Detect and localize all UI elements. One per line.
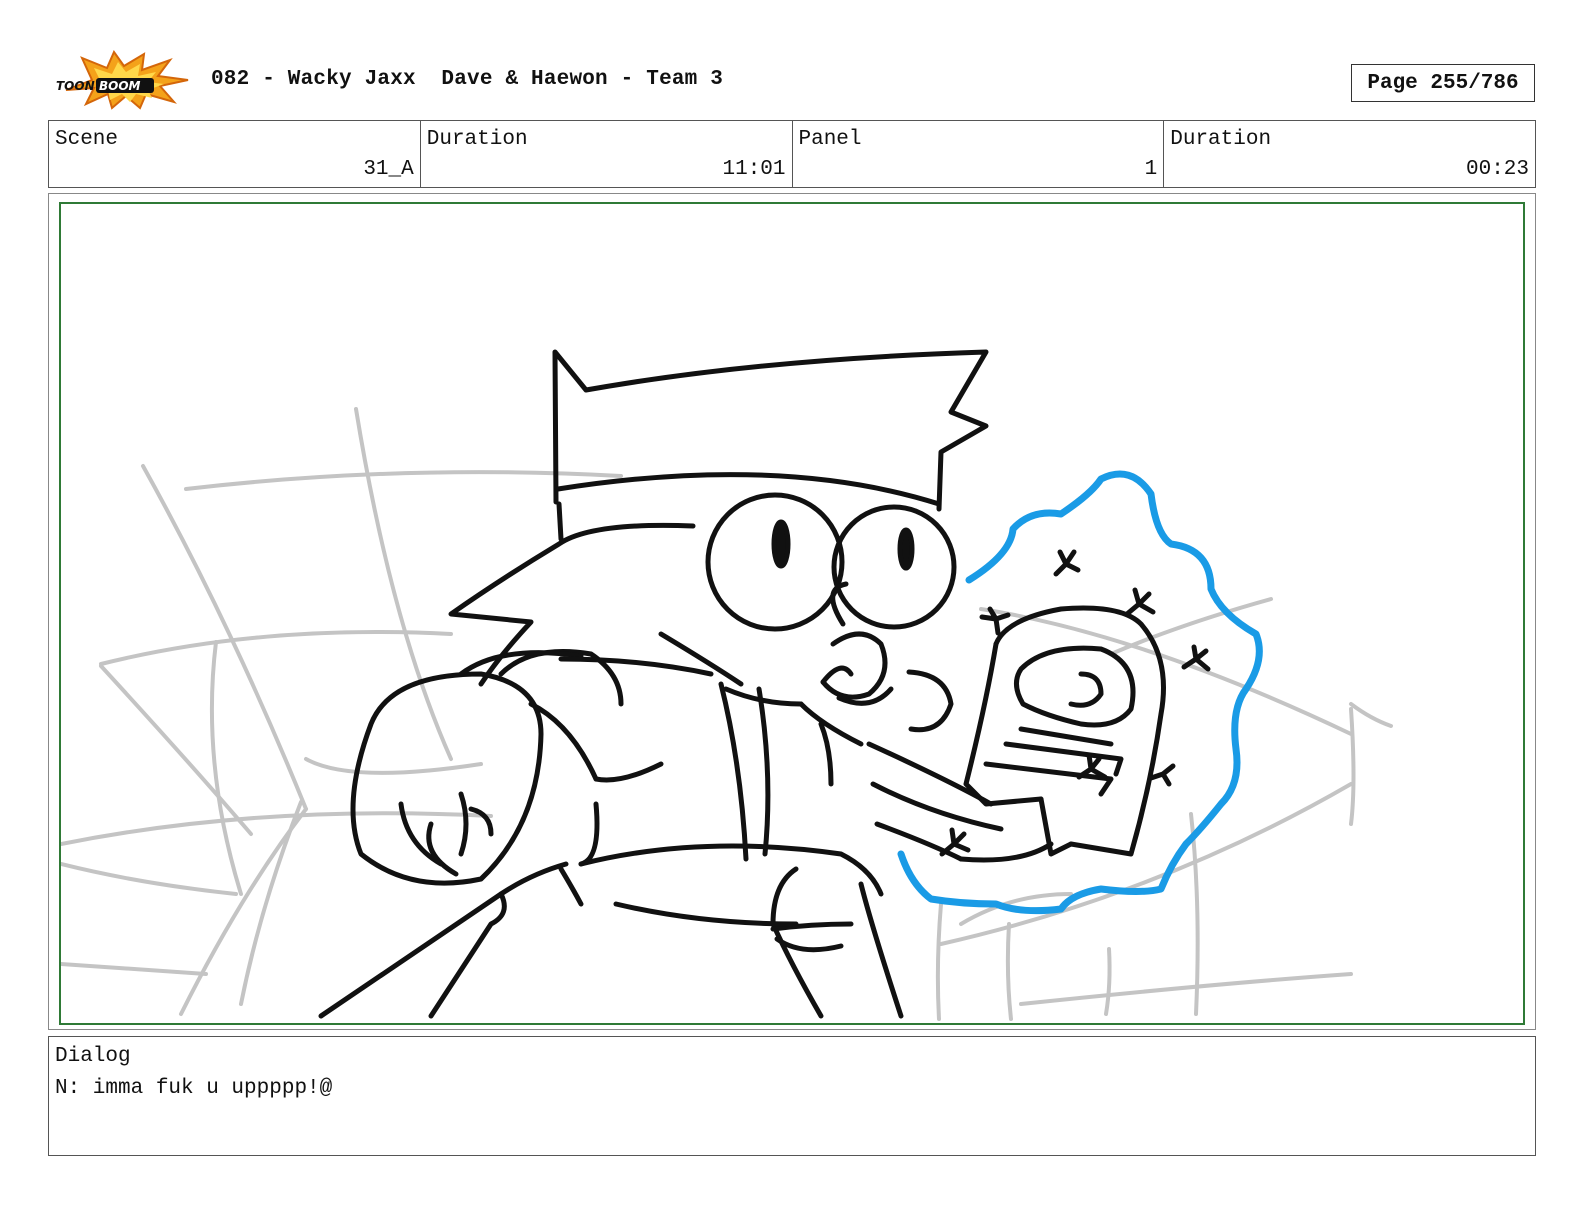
storyboard-title: 082 - Wacky Jaxx Dave & Haewon - Team 3: [211, 68, 724, 91]
sketch-drawing: [61, 349, 1393, 1021]
dialog-box: Dialog N: imma fuk u uppppp!@: [48, 1036, 1536, 1156]
svg-text:TOON: TOON: [56, 79, 95, 93]
duration-value: 11:01: [722, 158, 786, 181]
panel-cell: Panel 1: [793, 121, 1165, 187]
dialog-text: N: imma fuk u uppppp!@: [55, 1077, 333, 1100]
scene-cell: Scene 31_A: [49, 121, 421, 187]
scene-label: Scene: [55, 128, 119, 151]
storyboard-panel-image: [59, 202, 1525, 1025]
panel-duration-value: 00:23: [1465, 158, 1529, 181]
panel-duration-label: Duration: [1170, 128, 1272, 151]
duration-label: Duration: [426, 128, 528, 151]
scene-value: 31_A: [363, 158, 414, 181]
svg-text:BOOM: BOOM: [99, 79, 141, 93]
toon-boom-logo: TOON BOOM: [52, 49, 190, 110]
page-counter: Page 255/786: [1351, 64, 1535, 102]
panel-info-table: Scene 31_A Duration 11:01 Panel 1 Durati…: [48, 120, 1536, 188]
panel-duration-cell: Duration 00:23: [1164, 121, 1535, 187]
panel-label: Panel: [798, 128, 862, 151]
panel-value: 1: [1144, 158, 1158, 181]
dialog-label: Dialog: [55, 1045, 131, 1068]
duration-cell: Duration 11:01: [421, 121, 793, 187]
